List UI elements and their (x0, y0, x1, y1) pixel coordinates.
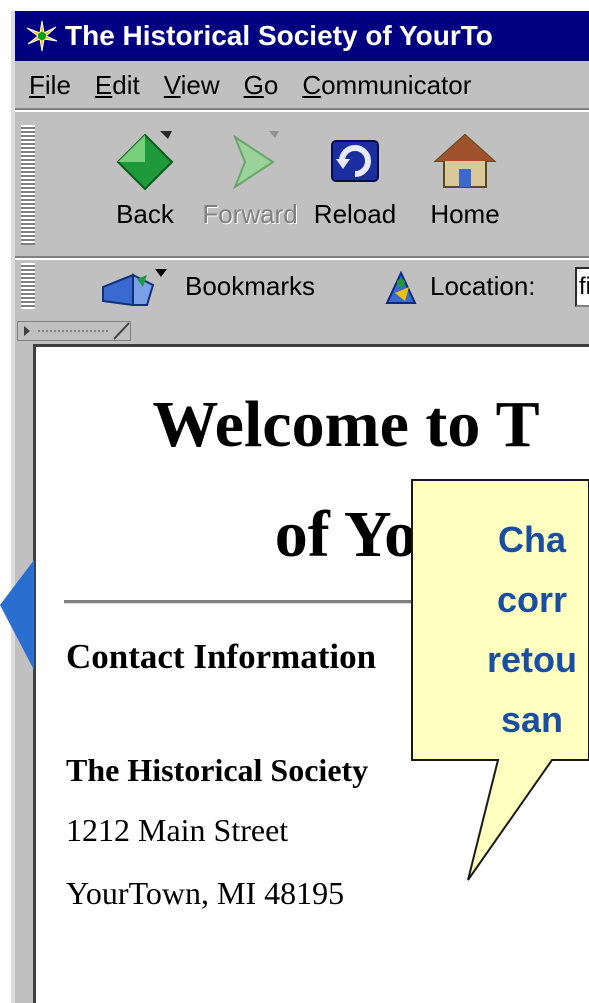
callout-bubble (411, 479, 589, 881)
callout-line-4: san (500, 699, 564, 740)
callout-line-2: corr (496, 579, 568, 620)
callout-text: Cha corr retou san (412, 510, 589, 750)
callout-line-1: Cha (497, 519, 566, 560)
callout-line-3: retou (487, 639, 577, 680)
